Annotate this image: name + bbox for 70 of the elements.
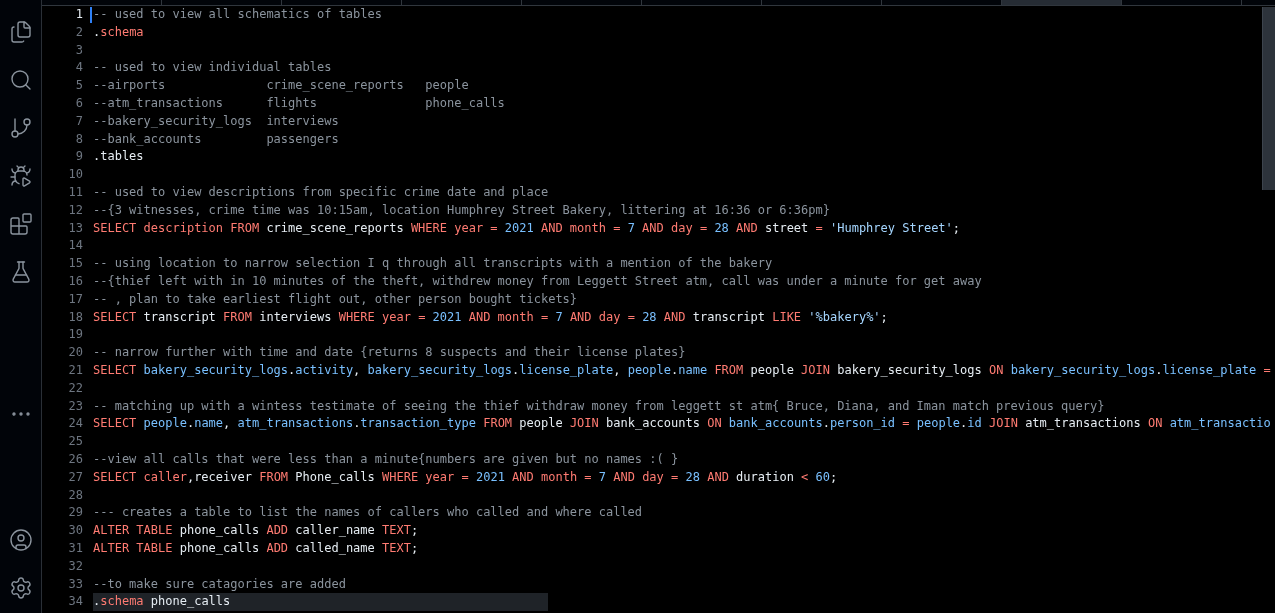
line-number: 5	[74, 77, 83, 95]
line-number: 7	[74, 112, 83, 130]
line-number: 31	[67, 539, 83, 557]
line-number: 13	[67, 219, 83, 237]
line-number: 17	[67, 290, 83, 308]
line-number: 26	[67, 450, 83, 468]
line-number: 29	[67, 504, 83, 522]
line-number: 25	[67, 433, 83, 451]
code-line: --{thief left with in 10 minutes of the theft, withdrew money from Leggett Street atm, call was under a minute for get away	[93, 272, 982, 290]
line-number: 23	[67, 397, 83, 415]
line-number: 21	[67, 361, 83, 379]
search-icon[interactable]	[8, 68, 33, 92]
code-line: -- used to view descriptions from specific crime date and place	[93, 183, 549, 201]
settings-icon[interactable]	[8, 576, 33, 600]
line-number: 18	[67, 308, 83, 326]
code-line: .tables	[93, 148, 144, 166]
code-line: ALTER TABLE phone_calls ADD caller_name TEXT;	[93, 522, 419, 540]
line-number: 1	[74, 6, 83, 23]
code-line: -- used to view all schematics of tables	[93, 6, 382, 23]
line-number: 22	[67, 379, 83, 397]
line-number: 16	[67, 272, 83, 290]
line-number: 28	[67, 486, 83, 504]
line-number: 3	[74, 41, 83, 59]
line-number: 30	[67, 522, 83, 540]
code-line: --bank_accounts passengers	[93, 130, 339, 148]
code-line: SELECT caller,receiver FROM Phone_calls WHERE year = 2021 AND month = 7 AND day = 28 AND duration < 60;	[93, 468, 838, 486]
code-line: -- using location to narrow selection I q through all transcripts with a mention of the bakery	[93, 255, 773, 273]
line-number: 11	[67, 183, 83, 201]
text-cursor	[90, 7, 92, 23]
code-line: --airports crime_scene_reports people	[93, 77, 469, 95]
code-line: --- creates a table to list the names of callers who called and where called	[93, 504, 643, 522]
bug-play-icon[interactable]	[8, 164, 33, 188]
line-number: 9	[74, 148, 83, 166]
line-number: 33	[67, 575, 83, 593]
files-icon[interactable]	[8, 20, 33, 44]
line-number: 4	[74, 59, 83, 77]
code-line: --atm_transactions flights phone_calls	[93, 95, 505, 112]
line-number: 12	[67, 201, 83, 219]
line-number: 34	[67, 593, 83, 611]
code-line: --{3 witnesses, crime time was 10:15am, location Humphrey Street Bakery, littering at 16:36 or 6:36pm}	[93, 201, 830, 219]
line-number: 20	[67, 344, 83, 362]
code-line: -- matching up with a wintess testimate of seeing the thief withdraw money from leggett st atm{ Bruce, Diana, and Iman match previous query}	[93, 397, 1105, 415]
line-number: 19	[67, 326, 83, 344]
scrollbar-thumb[interactable]	[1262, 7, 1275, 190]
code-line: --to make sure catagories are added	[93, 575, 346, 593]
line-number: 10	[67, 166, 83, 184]
code-line: SELECT transcript FROM interviews WHERE year = 2021 AND month = 7 AND day = 28 AND transcript LIKE '%bakery%';	[93, 308, 888, 326]
line-number: 15	[67, 255, 83, 273]
line-number: 14	[67, 237, 83, 255]
code-line: --view all calls that were less than a minute{numbers are given but no names :( }	[93, 450, 679, 468]
code-line: SELECT people.name, atm_transactions.transaction_type FROM people JOIN bank_accounts ON bank_accounts.person_id = people.id JOIN atm_transactions ON atm_transactio	[93, 415, 1271, 433]
branch-icon[interactable]	[8, 116, 33, 140]
blocks-icon[interactable]	[8, 212, 33, 236]
code-line: --bakery_security_logs interviews	[93, 112, 339, 130]
code-line: -- used to view individual tables	[93, 59, 332, 77]
line-number: 32	[67, 557, 83, 575]
code-line: .schema phone_calls	[93, 593, 231, 611]
code-line: ALTER TABLE phone_calls ADD called_name TEXT;	[93, 539, 419, 557]
code-line: -- , plan to take earliest flight out, other person bought tickets}	[93, 290, 578, 308]
line-number: 27	[67, 468, 83, 486]
line-number: 8	[74, 130, 83, 148]
code-line: SELECT description FROM crime_scene_reports WHERE year = 2021 AND month = 7 AND day = 28 AND street = 'Humphrey Street';	[93, 219, 961, 237]
line-number: 24	[67, 415, 83, 433]
editor-tab[interactable]	[1002, 0, 1122, 5]
line-number: 2	[74, 23, 83, 41]
line-number: 6	[74, 95, 83, 112]
account-icon[interactable]	[8, 528, 33, 552]
code-line: -- narrow further with time and date {returns 8 suspects and their license plates}	[93, 344, 686, 362]
code-line: SELECT bakery_security_logs.activity, bakery_security_logs.license_plate, people.name FROM people JOIN bakery_security_logs ON bakery_security_logs.license_plate =	[93, 361, 1271, 379]
code-line: .schema	[93, 23, 144, 41]
